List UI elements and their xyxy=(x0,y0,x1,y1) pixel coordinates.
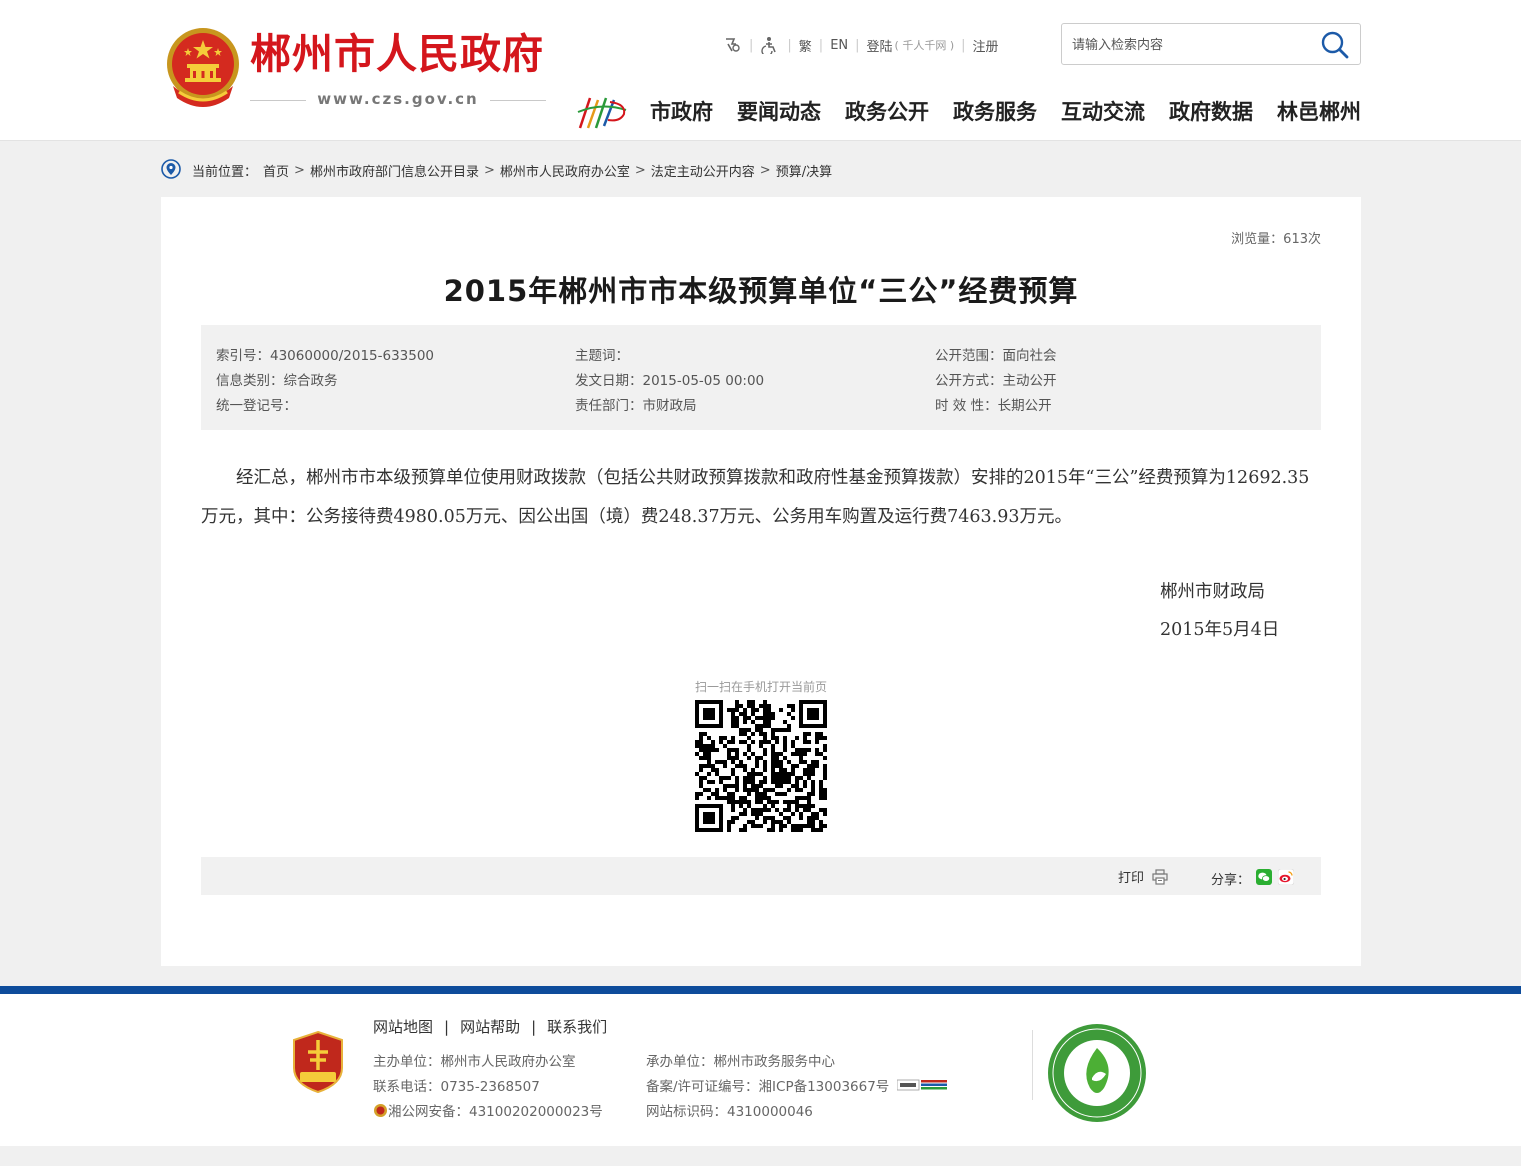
breadcrumb-gov-office[interactable]: 郴州市人民政府办公室 xyxy=(500,161,630,180)
register-link[interactable]: 注册 xyxy=(973,36,999,55)
article-meta: 索引号：43060000/2015-633500 主题词： 公开范围：面向社会 … xyxy=(201,325,1321,430)
share-bar: 打印 分享： xyxy=(201,857,1321,895)
footer-link-help[interactable]: 网站帮助 xyxy=(460,1018,520,1036)
meta-subject: 主题词： xyxy=(575,348,629,364)
linyi-logo-icon xyxy=(577,97,627,129)
article-card: 浏览量：613次 2015年郴州市市本级预算单位“三公”经费预算 索引号：430… xyxy=(161,197,1361,966)
breadcrumb-label: 当前位置： xyxy=(192,164,258,180)
meta-dept: 责任部门：市财政局 xyxy=(575,398,697,414)
breadcrumb-budget[interactable]: 预算/决算 xyxy=(776,161,832,180)
breadcrumb-separator: > xyxy=(634,162,646,178)
meta-method: 公开方式：主动公开 xyxy=(935,373,1057,389)
site-url: www.czs.gov.cn xyxy=(317,90,479,108)
footer-icp-record[interactable]: 备案/许可证编号：湘ICP备13003667号 xyxy=(646,1075,948,1095)
footer-links: 网站地图 | 网站帮助 | 联系我们 xyxy=(373,1018,608,1036)
breadcrumb-dept-directory[interactable]: 郴州市政府部门信息公开目录 xyxy=(310,161,479,180)
printer-icon xyxy=(1152,868,1168,885)
meta-scope: 公开范围：面向社会 xyxy=(935,348,1057,364)
article-body: 经汇总，郴州市市本级预算单位使用财政拨款（包括公共财政预算拨款和政府性基金预算拨… xyxy=(201,468,1310,527)
traditional-chinese-link[interactable]: 繁 xyxy=(799,36,812,55)
meta-reg-no: 统一登记号： xyxy=(216,398,297,414)
nav-item-linyi-chenzhou[interactable]: 林邑郴州 xyxy=(1277,97,1361,127)
english-link[interactable]: EN xyxy=(830,38,848,53)
breadcrumb: 当前位置： 首页 > 郴州市政府部门信息公开目录 > 郴州市人民政府办公室 > … xyxy=(161,158,832,182)
login-note: ( 千人千网 ) xyxy=(894,39,955,52)
footer-accent-line xyxy=(0,986,1521,994)
footer-link-sitemap[interactable]: 网站地图 xyxy=(373,1018,433,1036)
breadcrumb-separator: > xyxy=(483,162,495,178)
qr-code-icon xyxy=(695,700,827,832)
nav-item-government-data[interactable]: 政府数据 xyxy=(1169,97,1253,127)
search-input[interactable] xyxy=(1072,34,1312,56)
meta-validity: 时 效 性：长期公开 xyxy=(935,398,1052,414)
print-label: 打印 xyxy=(1118,871,1145,886)
share-label: 分享： xyxy=(1211,873,1251,888)
wechat-icon[interactable] xyxy=(1256,869,1272,885)
weibo-icon[interactable] xyxy=(1278,869,1294,885)
search-box xyxy=(1061,23,1361,65)
meta-index-no: 索引号：43060000/2015-633500 xyxy=(216,348,435,364)
breadcrumb-home[interactable]: 首页 xyxy=(263,161,289,180)
header-toolbar: | | 繁 | EN | 登陆 ( 千人千网 ) | 注册 xyxy=(722,35,999,55)
footer-police-record[interactable]: 湘公网安备：43100202000023号 xyxy=(373,1100,603,1120)
login-link[interactable]: 登陆 xyxy=(867,36,893,55)
breadcrumb-statutory-content[interactable]: 法定主动公开内容 xyxy=(651,161,755,180)
footer-site-id: 网站标识码：4310000046 xyxy=(646,1104,813,1120)
icp-badge-icon xyxy=(897,1079,948,1091)
breadcrumb-separator: > xyxy=(759,162,771,178)
qr-label: 扫一扫在手机打开当前页 xyxy=(694,680,827,694)
national-emblem-icon[interactable] xyxy=(163,26,243,112)
view-count: 浏览量：613次 xyxy=(1231,232,1321,247)
signature-date: 2015年5月4日 xyxy=(1160,620,1280,640)
location-pin-icon xyxy=(161,159,181,179)
meta-category: 信息类别：综合政务 xyxy=(216,373,338,389)
nav-item-government-services[interactable]: 政务服务 xyxy=(953,97,1037,127)
footer-link-contact[interactable]: 联系我们 xyxy=(547,1018,607,1036)
site-url-row: www.czs.gov.cn xyxy=(250,90,546,110)
nav-item-government-affairs[interactable]: 政务公开 xyxy=(845,97,929,127)
footer-host: 主办单位：郴州市人民政府办公室 xyxy=(373,1054,576,1070)
footer-contact-phone: 联系电话：0735-2368507 xyxy=(373,1079,540,1095)
article-title: 2015年郴州市市本级预算单位“三公”经费预算 xyxy=(443,274,1079,308)
party-government-badge-icon[interactable] xyxy=(290,1030,346,1094)
elderly-mode-icon[interactable] xyxy=(722,36,742,54)
print-button[interactable]: 打印 xyxy=(1118,867,1168,886)
site-name[interactable]: 郴州市人民政府 xyxy=(250,34,544,75)
accessibility-icon[interactable] xyxy=(760,36,780,54)
footer-operator: 承办单位：郴州市政务服务中心 xyxy=(646,1054,835,1070)
site-header: 郴州市人民政府 www.czs.gov.cn | | 繁 | EN | 登陆 (… xyxy=(0,0,1521,141)
nav-item-interaction[interactable]: 互动交流 xyxy=(1061,97,1145,127)
nav-item-city-government[interactable]: 市政府 xyxy=(650,97,713,127)
civilized-website-badge-icon[interactable] xyxy=(1046,1022,1148,1124)
site-footer: 网站地图 | 网站帮助 | 联系我们 主办单位：郴州市人民政府办公室 联系电话：0735… xyxy=(0,994,1521,1146)
footer-divider xyxy=(1032,1030,1033,1100)
meta-date: 发文日期：2015-05-05 00:00 xyxy=(575,373,765,389)
main-nav: 市政府 要闻动态 政务公开 政务服务 互动交流 政府数据 林邑郴州 xyxy=(640,97,1361,127)
signature-org: 郴州市财政局 xyxy=(1160,582,1265,602)
breadcrumb-separator: > xyxy=(294,162,305,178)
police-badge-icon xyxy=(374,1103,387,1117)
search-icon[interactable] xyxy=(1320,30,1350,60)
nav-item-news[interactable]: 要闻动态 xyxy=(737,97,821,127)
